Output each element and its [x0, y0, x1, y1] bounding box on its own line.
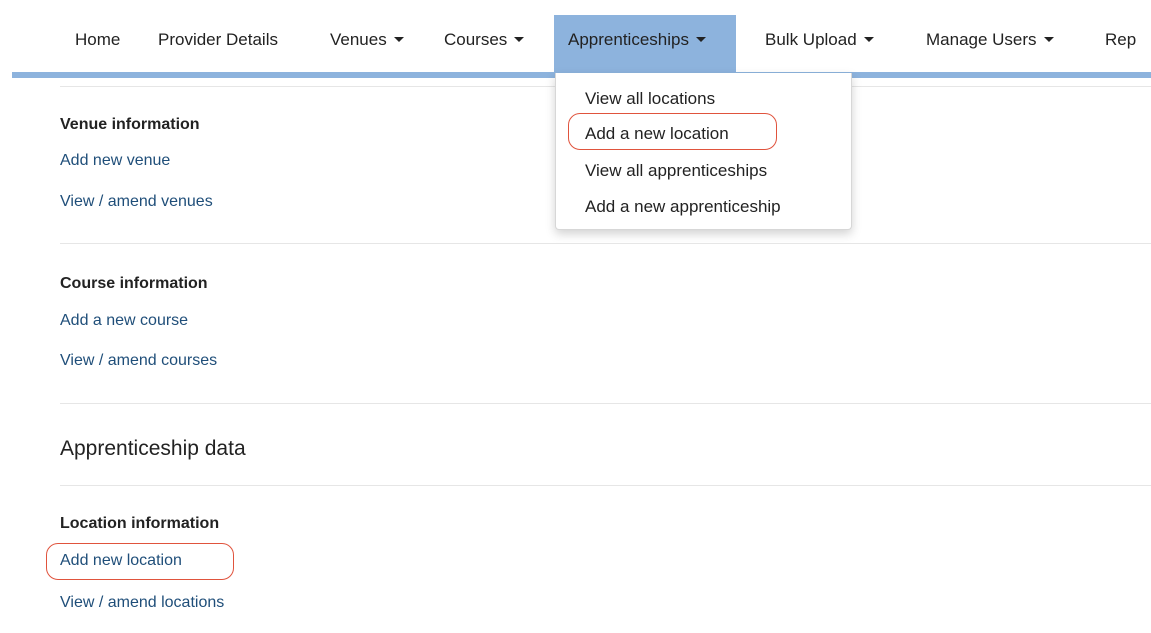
location-information-heading: Location information	[60, 515, 220, 532]
view-amend-courses-link[interactable]: View / amend courses	[60, 352, 217, 370]
venue-information-heading: Venue information	[60, 116, 200, 133]
apprenticeships-dropdown-menu: View all locations Add a new location Vi…	[555, 73, 852, 230]
course-information-heading: Course information	[60, 275, 208, 292]
divider	[60, 243, 1151, 244]
view-amend-locations-link[interactable]: View / amend locations	[60, 594, 224, 612]
menu-item-view-all-locations[interactable]: View all locations	[585, 89, 715, 109]
nav-apprenticeships[interactable]: Apprenticeships	[554, 15, 736, 72]
nav-courses[interactable]: Courses	[444, 15, 525, 72]
menu-item-view-all-apprenticeships[interactable]: View all apprenticeships	[585, 161, 767, 181]
divider	[60, 485, 1151, 486]
add-new-location-link[interactable]: Add new location	[60, 552, 182, 570]
top-navbar: Home Provider Details Venues Courses App…	[0, 0, 1151, 72]
view-amend-venues-link[interactable]: View / amend venues	[60, 193, 213, 211]
caret-down-icon	[863, 37, 874, 43]
caret-down-icon	[393, 37, 404, 43]
nav-manage-users[interactable]: Manage Users	[926, 15, 1054, 72]
apprenticeship-data-title: Apprenticeship data	[60, 437, 246, 460]
nav-home[interactable]: Home	[75, 15, 120, 72]
nav-reports[interactable]: Rep	[1105, 15, 1136, 72]
divider	[60, 403, 1151, 404]
nav-courses-label: Courses	[444, 30, 508, 49]
add-new-venue-link[interactable]: Add new venue	[60, 152, 170, 170]
nav-venues-label: Venues	[330, 30, 387, 49]
caret-down-icon	[514, 37, 525, 43]
nav-venues[interactable]: Venues	[330, 15, 404, 72]
caret-down-icon	[695, 37, 706, 43]
menu-item-add-new-apprenticeship[interactable]: Add a new apprenticeship	[585, 197, 781, 217]
caret-down-icon	[1043, 37, 1054, 43]
nav-bulk-upload-label: Bulk Upload	[765, 30, 857, 49]
add-new-course-link[interactable]: Add a new course	[60, 312, 188, 330]
nav-manage-users-label: Manage Users	[926, 30, 1037, 49]
nav-bulk-upload[interactable]: Bulk Upload	[765, 15, 874, 72]
nav-apprenticeships-label: Apprenticeships	[568, 30, 689, 49]
menu-item-add-new-location[interactable]: Add a new location	[585, 124, 729, 144]
nav-provider-details[interactable]: Provider Details	[158, 15, 278, 72]
